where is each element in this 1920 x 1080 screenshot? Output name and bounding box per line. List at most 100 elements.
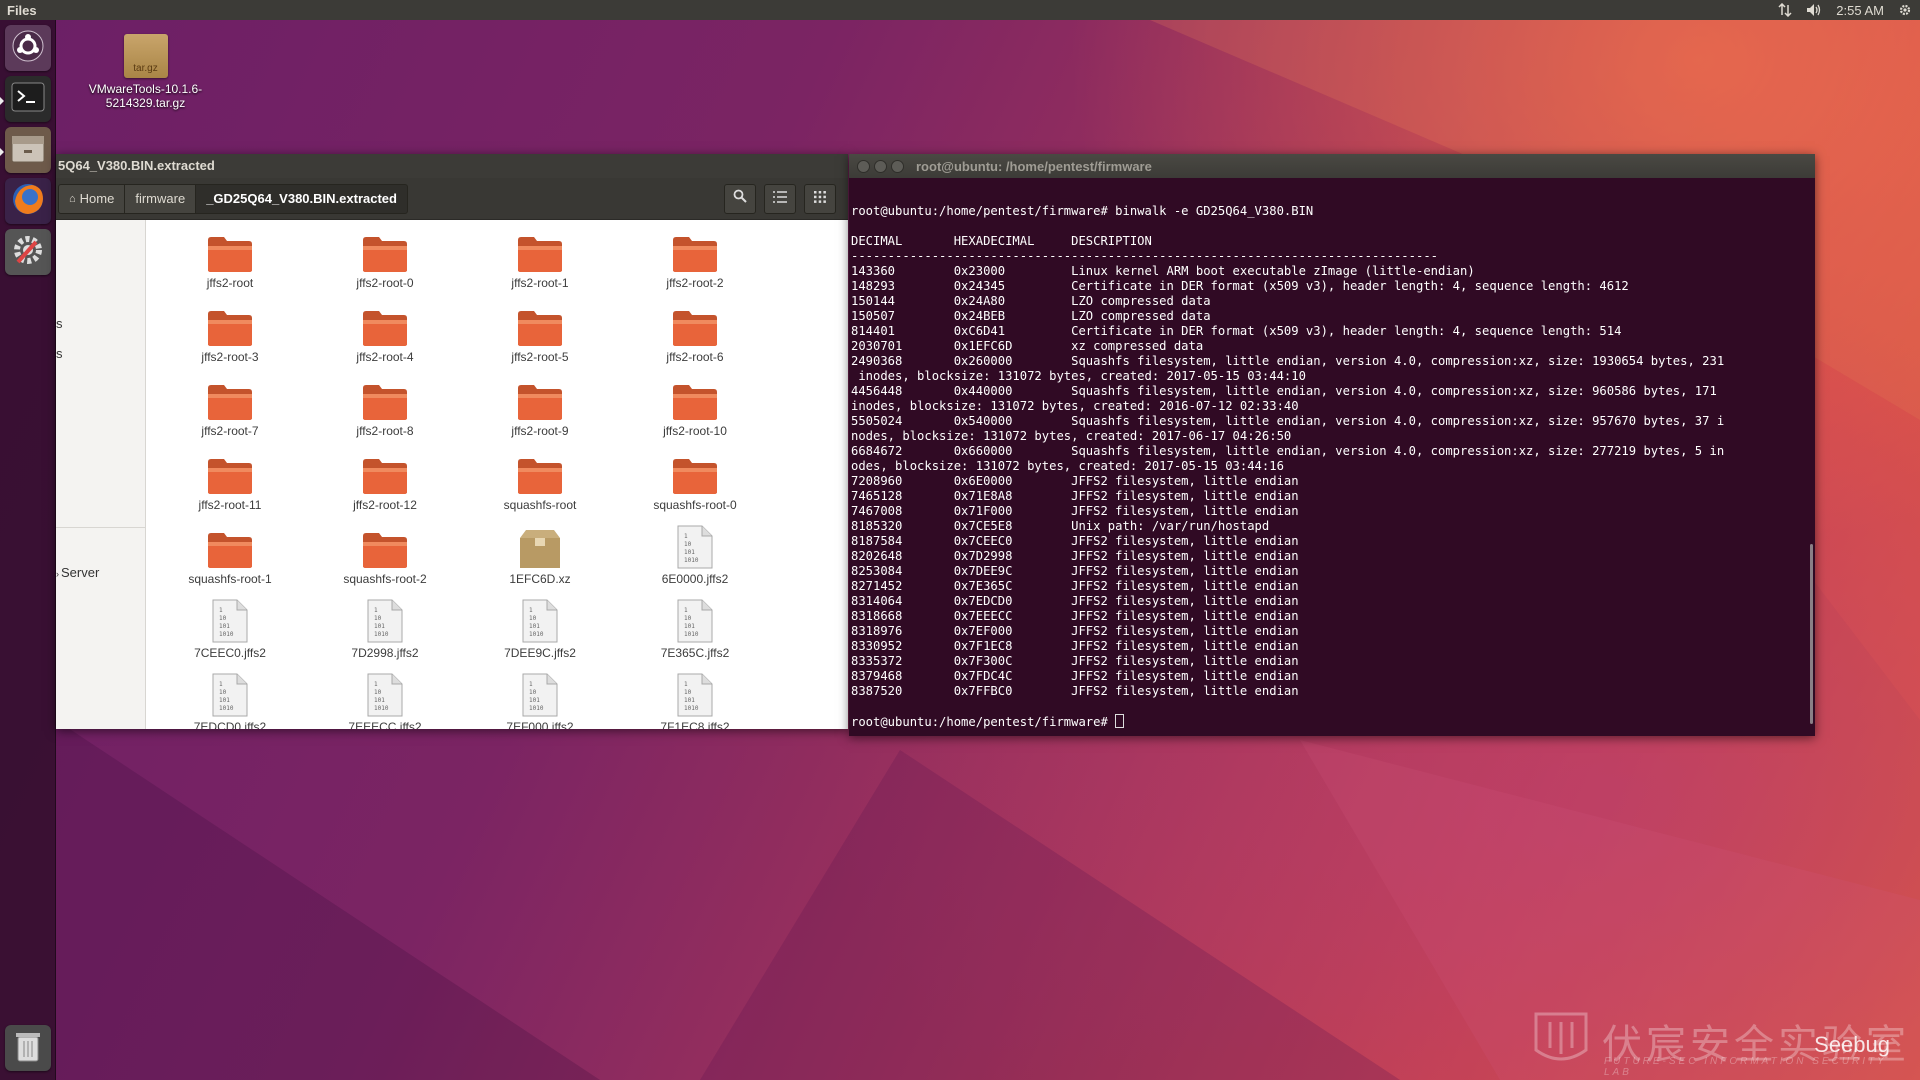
terminal-icon	[11, 82, 45, 117]
dash-icon	[11, 29, 45, 68]
svg-text:101: 101	[684, 549, 695, 556]
file-item[interactable]: 1EFC6D.xz	[480, 522, 600, 586]
binary-file-icon: 1 10 101 1010	[635, 522, 755, 570]
search-button[interactable]	[724, 183, 756, 214]
firefox-icon	[10, 181, 46, 222]
folder-item[interactable]: squashfs-root	[480, 448, 600, 512]
item-label: 7DEE9C.jffs2	[504, 646, 576, 660]
window-title: 5Q64_V380.BIN.extracted	[56, 154, 848, 178]
item-label: 7F1EC8.jffs2	[660, 720, 730, 729]
terminal-line: 8271452 0x7E365C JFFS2 filesystem, littl…	[851, 579, 1299, 593]
file-item[interactable]: 1 10 101 1010 7CEEC0.jffs2	[170, 596, 290, 660]
sidebar-item-connect-server[interactable]: › Server	[56, 565, 99, 580]
folder-item[interactable]: jffs2-root-7	[170, 374, 290, 438]
terminal-prompt[interactable]: root@ubuntu:/home/pentest/firmware#	[851, 714, 1815, 730]
launcher-files[interactable]	[5, 127, 51, 173]
folder-item[interactable]: jffs2-root-9	[480, 374, 600, 438]
terminal-line: 8314064 0x7EDCD0 JFFS2 filesystem, littl…	[851, 594, 1299, 608]
folder-item[interactable]: jffs2-root-5	[480, 300, 600, 364]
terminal-output[interactable]: root@ubuntu:/home/pentest/firmware# binw…	[851, 204, 1815, 730]
terminal-line: 5505024 0x540000 Squashfs filesystem, li…	[851, 414, 1725, 428]
folder-icon	[325, 522, 445, 570]
minimize-button[interactable]	[874, 159, 887, 173]
clock[interactable]: 2:55 AM	[1836, 3, 1884, 18]
folder-icon	[480, 448, 600, 496]
file-item[interactable]: 1 10 101 1010 7E365C.jffs2	[635, 596, 755, 660]
folder-item[interactable]: jffs2-root-8	[325, 374, 445, 438]
item-label: 6E0000.jffs2	[661, 572, 729, 586]
search-icon	[733, 189, 747, 208]
terminal-line: 2030701 0x1EFC6D xz compressed data	[851, 339, 1204, 353]
watermark-subtitle: FUTURE-SEC INFORMATION SECURITY LAB	[1604, 1056, 1887, 1078]
terminal-window: root@ubuntu: /home/pentest/firmware root…	[849, 154, 1815, 736]
file-item[interactable]: 1 10 101 1010 7EDCD0.jffs2	[170, 670, 290, 729]
terminal-line: 8387520 0x7FFBC0 JFFS2 filesystem, littl…	[851, 684, 1299, 698]
grid-view-button[interactable]	[804, 183, 836, 214]
desktop-file-label-2: 5214329.tar.gz	[105, 96, 186, 110]
svg-text:1010: 1010	[684, 631, 699, 638]
file-item[interactable]: 1 10 101 1010 6E0000.jffs2	[635, 522, 755, 586]
item-label: 7CEEC0.jffs2	[194, 646, 266, 660]
archive-icon	[480, 522, 600, 570]
svg-text:101: 101	[374, 623, 385, 630]
volume-icon[interactable]	[1806, 3, 1822, 17]
desktop-file-label-1: VMwareTools-10.1.6-	[88, 82, 203, 96]
list-view-button[interactable]	[764, 183, 796, 214]
files-icon	[10, 132, 46, 169]
file-item[interactable]: 1 10 101 1010 7EEECC.jffs2	[325, 670, 445, 729]
folder-item[interactable]: jffs2-root-3	[170, 300, 290, 364]
folder-icon	[170, 300, 290, 348]
file-item[interactable]: 1 10 101 1010 7F1EC8.jffs2	[635, 670, 755, 729]
desktop-file-vmwaretools[interactable]: tar.gz VMwareTools-10.1.6- 5214329.tar.g…	[78, 34, 213, 110]
item-label: 7EF000.jffs2	[506, 720, 574, 729]
terminal-scrollbar[interactable]	[1810, 544, 1813, 724]
network-icon[interactable]	[1778, 3, 1792, 17]
breadcrumb-firmware[interactable]: firmware	[124, 183, 197, 214]
breadcrumb-home[interactable]: ⌂ Home	[58, 183, 126, 214]
folder-item[interactable]: jffs2-root	[170, 226, 290, 290]
svg-text:1010: 1010	[684, 557, 699, 564]
folder-item[interactable]: jffs2-root-10	[635, 374, 755, 438]
item-label: jffs2-root-7	[201, 424, 259, 438]
terminal-line: DECIMAL HEXADECIMAL DESCRIPTION	[851, 234, 1152, 248]
launcher-settings[interactable]	[5, 229, 51, 275]
launcher-firefox[interactable]	[5, 178, 51, 224]
folder-item[interactable]: squashfs-root-2	[325, 522, 445, 586]
svg-text:10: 10	[684, 689, 692, 696]
terminal-line: nodes, blocksize: 131072 bytes, created:…	[851, 429, 1292, 443]
item-label: 7EDCD0.jffs2	[193, 720, 267, 729]
folder-icon	[325, 448, 445, 496]
maximize-button[interactable]	[891, 159, 904, 173]
file-item[interactable]: 1 10 101 1010 7D2998.jffs2	[325, 596, 445, 660]
file-item[interactable]: 1 10 101 1010 7EF000.jffs2	[480, 670, 600, 729]
folder-item[interactable]: jffs2-root-6	[635, 300, 755, 364]
file-item[interactable]: 1 10 101 1010 7DEE9C.jffs2	[480, 596, 600, 660]
sidebar-separator	[56, 527, 146, 528]
sidebar-item[interactable]: s	[56, 346, 63, 361]
folder-item[interactable]: jffs2-root-12	[325, 448, 445, 512]
settings-gear-icon[interactable]	[1898, 3, 1912, 17]
svg-text:101: 101	[684, 697, 695, 704]
breadcrumb-extracted[interactable]: _GD25Q64_V380.BIN.extracted	[195, 183, 408, 214]
folder-item[interactable]: jffs2-root-1	[480, 226, 600, 290]
launcher-trash[interactable]	[5, 1025, 51, 1071]
item-label: jffs2-root-4	[356, 350, 414, 364]
folder-item[interactable]: squashfs-root-0	[635, 448, 755, 512]
close-button[interactable]	[857, 159, 870, 173]
item-label: squashfs-root-1	[188, 572, 272, 586]
folder-item[interactable]: squashfs-root-1	[170, 522, 290, 586]
svg-text:1: 1	[529, 607, 533, 614]
sidebar-item[interactable]: s	[56, 316, 63, 331]
folder-icon	[325, 300, 445, 348]
launcher	[0, 20, 56, 1080]
launcher-terminal[interactable]	[5, 76, 51, 122]
folder-item[interactable]: jffs2-root-0	[325, 226, 445, 290]
svg-text:101: 101	[684, 623, 695, 630]
folder-item[interactable]: jffs2-root-11	[170, 448, 290, 512]
dash-button[interactable]	[5, 25, 51, 71]
folder-item[interactable]: jffs2-root-2	[635, 226, 755, 290]
folder-item[interactable]: jffs2-root-4	[325, 300, 445, 364]
svg-text:101: 101	[529, 623, 540, 630]
terminal-line: 2490368 0x260000 Squashfs filesystem, li…	[851, 354, 1725, 368]
item-label: squashfs-root-0	[653, 498, 737, 512]
